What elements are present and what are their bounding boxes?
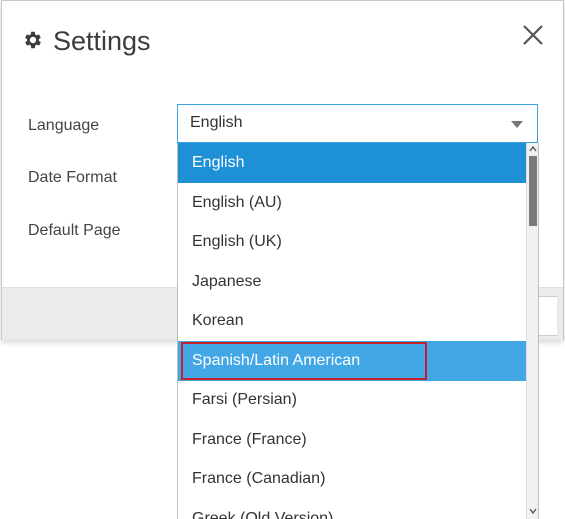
option-spanish-latin-american[interactable]: Spanish/Latin American [178, 341, 526, 381]
option-farsi[interactable]: Farsi (Persian) [178, 380, 526, 420]
option-korean[interactable]: Korean [178, 301, 526, 341]
scroll-up-icon[interactable] [527, 143, 539, 155]
scrollbar-thumb[interactable] [529, 156, 537, 226]
default-page-label: Default Page [28, 222, 121, 239]
option-english-uk[interactable]: English (UK) [178, 222, 526, 262]
dialog-header: Settings [2, 1, 563, 79]
language-label: Language [28, 117, 100, 134]
language-dropdown-list: English English (AU) English (UK) Japane… [177, 143, 539, 519]
dropdown-scrollbar[interactable] [526, 143, 539, 519]
date-format-label: Date Format [28, 169, 117, 186]
scroll-down-icon[interactable] [527, 505, 539, 517]
option-france-canadian[interactable]: France (Canadian) [178, 459, 526, 499]
option-france-france[interactable]: France (France) [178, 420, 526, 460]
footer-button[interactable] [536, 296, 557, 336]
option-english-au[interactable]: English (AU) [178, 183, 526, 223]
language-select[interactable]: English [177, 104, 538, 143]
dialog-title: Settings [53, 26, 151, 56]
chevron-down-icon [511, 121, 523, 128]
option-english[interactable]: English [178, 143, 526, 183]
option-greek-old[interactable]: Greek (Old Version) [178, 499, 526, 519]
language-select-value: English [190, 114, 243, 131]
option-japanese[interactable]: Japanese [178, 262, 526, 302]
gear-icon [25, 31, 41, 49]
close-icon[interactable] [521, 23, 545, 47]
